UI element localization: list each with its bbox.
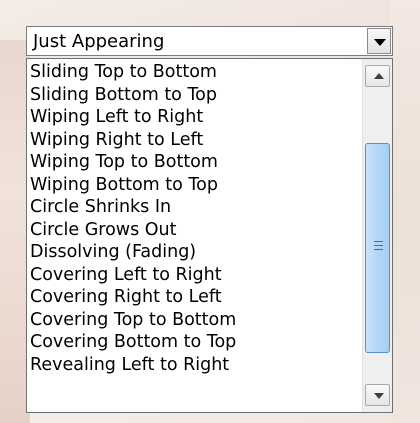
list-item[interactable]: Wiping Top to Bottom bbox=[27, 151, 364, 174]
background-right bbox=[390, 0, 420, 423]
scrollbar-thumb[interactable] bbox=[365, 143, 390, 353]
chevron-down-icon bbox=[374, 39, 386, 46]
dropdown-button[interactable] bbox=[367, 28, 391, 54]
transition-effect-dropdown-list[interactable]: Sliding Top to Bottom Sliding Bottom to … bbox=[26, 58, 393, 413]
vertical-scrollbar[interactable] bbox=[362, 59, 392, 412]
list-item[interactable]: Wiping Right to Left bbox=[27, 129, 364, 152]
scroll-down-arrow-icon bbox=[374, 393, 384, 399]
list-item[interactable]: Dissolving (Fading) bbox=[27, 241, 364, 264]
list-item[interactable]: Circle Shrinks In bbox=[27, 196, 364, 219]
list-item[interactable]: Wiping Left to Right bbox=[27, 106, 364, 129]
grip-icon bbox=[374, 241, 383, 250]
options-list: Sliding Top to Bottom Sliding Bottom to … bbox=[27, 61, 364, 376]
transition-effect-combobox[interactable]: Just Appearing bbox=[26, 26, 393, 56]
scroll-down-button[interactable] bbox=[365, 384, 390, 406]
list-item[interactable]: Revealing Left to Right bbox=[27, 354, 364, 377]
scroll-up-button[interactable] bbox=[365, 65, 390, 87]
list-item[interactable]: Covering Top to Bottom bbox=[27, 309, 364, 332]
list-item[interactable]: Wiping Bottom to Top bbox=[27, 174, 364, 197]
list-item[interactable]: Covering Right to Left bbox=[27, 286, 364, 309]
combo-selected-value: Just Appearing bbox=[33, 31, 165, 52]
list-item[interactable]: Covering Bottom to Top bbox=[27, 331, 364, 354]
list-item[interactable]: Circle Grows Out bbox=[27, 219, 364, 242]
list-item[interactable]: Covering Left to Right bbox=[27, 264, 364, 287]
list-item[interactable]: Sliding Bottom to Top bbox=[27, 84, 364, 107]
list-item[interactable]: Sliding Top to Bottom bbox=[27, 61, 364, 84]
scroll-up-arrow-icon bbox=[374, 73, 384, 79]
